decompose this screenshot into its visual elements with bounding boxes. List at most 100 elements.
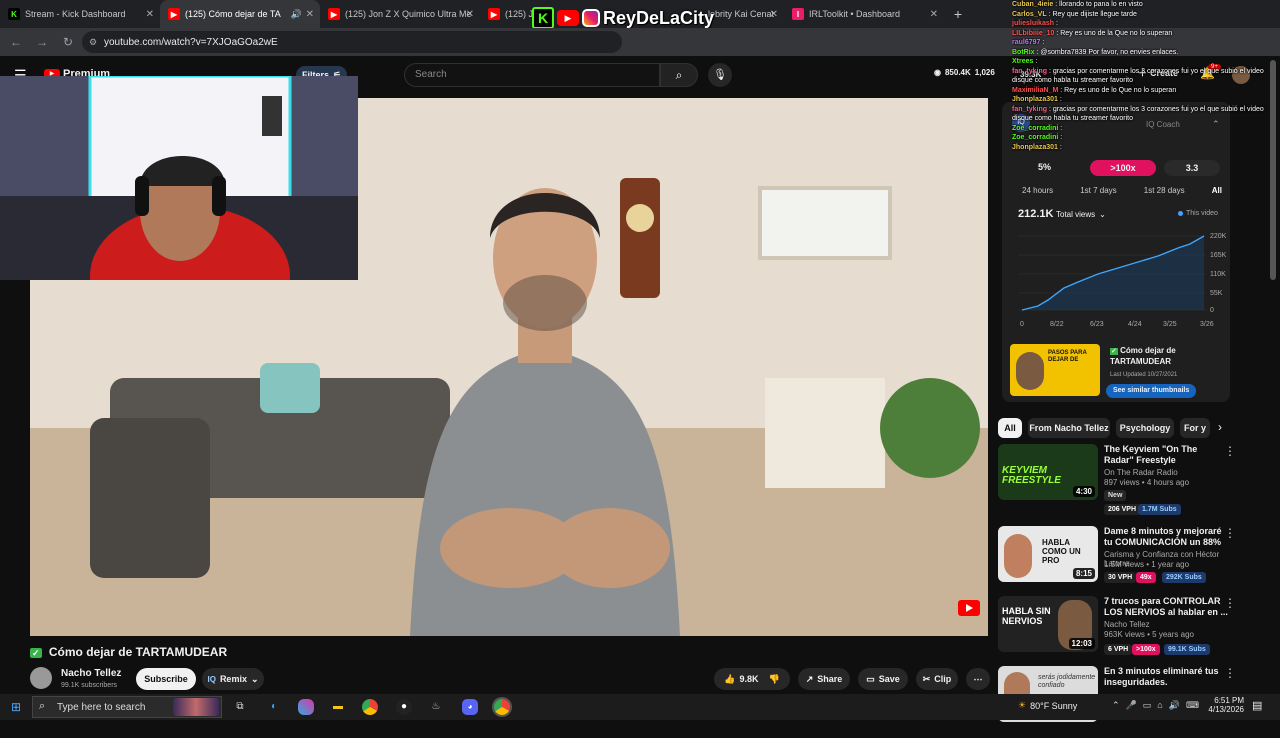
file-explorer-icon[interactable]: ▬: [330, 699, 346, 715]
search-input[interactable]: Search: [404, 63, 660, 87]
x-tick: 8/22: [1050, 321, 1064, 328]
steam-icon[interactable]: ♨: [428, 699, 444, 715]
taskbar-search-input[interactable]: ⌕ Type here to search: [32, 696, 222, 718]
remix-button[interactable]: IQ Remix ⌄: [202, 668, 264, 690]
total-views-dropdown[interactable]: Total views ⌄: [1056, 210, 1106, 219]
address-bar[interactable]: ⚙ youtube.com/watch?v=7XJOaGOa2wE: [82, 31, 622, 53]
chip-all[interactable]: All: [998, 418, 1022, 438]
search-icon[interactable]: ⌕: [660, 63, 698, 87]
rec-title[interactable]: The Keyviem "On The Radar" Freestyle: [1104, 444, 1228, 466]
chip-for-you[interactable]: For y: [1180, 418, 1210, 438]
chat-username: fan_tyking: [1012, 105, 1048, 113]
volume-icon[interactable]: 🔊: [1169, 700, 1180, 711]
channel-name[interactable]: Nacho Tellez: [61, 668, 121, 679]
more-vert-icon[interactable]: ⋮: [1224, 666, 1236, 680]
subscribe-button[interactable]: Subscribe: [136, 668, 196, 690]
tab-kick-dashboard[interactable]: K Stream - Kick Dashboard ✕: [0, 0, 160, 28]
tab-youtube-2[interactable]: ▶ (125) Jon Z X Quimico Ultra Me ✕: [320, 0, 480, 28]
current-video-thumbnail[interactable]: PASOS PARA DEJAR DE: [1010, 344, 1100, 396]
task-view-icon[interactable]: ⧉: [232, 699, 248, 715]
chat-text: llorando to pana lo en visto: [1059, 1, 1143, 8]
chevron-up-icon[interactable]: ⌃: [1112, 700, 1120, 711]
close-icon[interactable]: ✕: [306, 9, 314, 20]
irltoolkit-icon: I: [792, 8, 804, 20]
subs-badge: 99.1K Subs: [1164, 644, 1210, 655]
chart-legend: This video: [1178, 210, 1218, 217]
close-icon[interactable]: ✕: [146, 9, 154, 20]
chat-message: Xtrees :: [1012, 57, 1274, 67]
rec-thumbnail[interactable]: HABLA SIN NERVIOS 12:03: [998, 596, 1098, 652]
duration: 4:30: [1072, 486, 1095, 497]
chat-text: Rey que dijiste llegue tarde: [1052, 10, 1137, 18]
tab-youtube-3[interactable]: ▶ (125) Jo: [480, 0, 536, 28]
similar-thumbnails-button[interactable]: See similar thumbnails: [1106, 384, 1197, 398]
clip-button[interactable]: ✂ Clip: [916, 668, 958, 690]
weather-widget[interactable]: ☀ 80°F Sunny: [1018, 700, 1077, 711]
network-icon[interactable]: ⌂: [1157, 700, 1162, 711]
close-icon[interactable]: ✕: [930, 9, 938, 20]
forward-icon[interactable]: →: [34, 35, 50, 49]
instagram-logo-icon: [582, 9, 600, 27]
back-icon[interactable]: ←: [8, 35, 24, 49]
chat-username: LILbibiiie_10: [1012, 29, 1055, 37]
card-title: ✓ Cómo dejar de TARTAMUDEAR: [1110, 346, 1220, 367]
search-highlight-image: [173, 698, 219, 716]
thumb-person: [1004, 534, 1032, 578]
rec-channel[interactable]: On The Radar Radio: [1104, 468, 1178, 477]
thumbs-up-icon[interactable]: 👍: [724, 674, 735, 685]
site-info-icon[interactable]: ⚙: [89, 37, 97, 48]
clock[interactable]: 6:51 PM 4/13/2026: [1206, 696, 1244, 714]
stream-brand-name: ReyDeLaCity: [603, 7, 715, 28]
more-vert-icon[interactable]: ⋮: [1224, 526, 1236, 540]
mic-icon[interactable]: 🎙: [708, 63, 732, 87]
youtube-icon: ▶: [328, 8, 340, 20]
subscriber-count: 99.1K subscribers: [61, 682, 118, 689]
speaker-icon[interactable]: 🔊: [291, 9, 302, 20]
chat-separator: :: [1054, 20, 1058, 27]
channel-avatar[interactable]: [30, 667, 52, 689]
save-button[interactable]: ▭ Save: [858, 668, 908, 690]
thumbs-down-icon[interactable]: 👎: [769, 674, 780, 685]
rec-title[interactable]: En 3 minutos eliminaré tus inseguridades…: [1104, 666, 1228, 688]
recommendation-item[interactable]: HABLA COMO UN PRO 8:15 Dame 8 minutos y …: [998, 526, 1238, 598]
video-title: ✓ Cómo dejar de TARTAMUDEAR: [30, 645, 227, 659]
rec-title[interactable]: 7 trucos para CONTROLAR LOS NERVIOS al h…: [1104, 596, 1228, 618]
chevron-right-icon[interactable]: ›: [1218, 420, 1222, 434]
stream-chat-overlay: Cuban_4ieie : llorando to pana lo en vis…: [1012, 0, 1274, 210]
keyboard-icon[interactable]: ⌨: [1186, 700, 1199, 711]
thumbnail-text: PASOS PARA DEJAR DE: [1048, 350, 1087, 363]
windows-start-icon[interactable]: ⊞: [8, 699, 24, 715]
chrome-icon[interactable]: [362, 699, 378, 715]
obs-icon[interactable]: ●: [396, 699, 412, 715]
x-tick: 0: [1020, 321, 1024, 328]
tab-irltoolkit[interactable]: I IRLToolkit • Dashboard ✕: [784, 0, 944, 28]
copilot-icon[interactable]: [298, 699, 314, 715]
system-tray: ⌃ 🎤 ▭ ⌂ 🔊 ⌨: [1112, 700, 1199, 711]
close-icon[interactable]: ✕: [770, 9, 778, 20]
new-tab-button[interactable]: +: [944, 6, 972, 22]
stat-views: 850.4K: [944, 68, 971, 77]
discord-icon[interactable]: ◕: [462, 699, 478, 715]
more-vert-icon[interactable]: ⋮: [1224, 444, 1236, 458]
notifications-icon[interactable]: ▤: [1252, 699, 1262, 712]
rec-thumbnail[interactable]: KEYVIEM FREESTYLE 4:30: [998, 444, 1098, 500]
share-button[interactable]: ↗ Share: [798, 668, 850, 690]
rec-thumbnail[interactable]: HABLA COMO UN PRO 8:15: [998, 526, 1098, 582]
tab-youtube-4[interactable]: lebrity Kai Cenat ✕: [704, 0, 784, 28]
more-vert-icon[interactable]: ⋮: [1224, 596, 1236, 610]
tab-youtube-active[interactable]: ▶ (125) Cómo dejar de TA 🔊 ✕: [160, 0, 320, 28]
reload-icon[interactable]: ↻: [60, 35, 76, 49]
chip-from-channel[interactable]: From Nacho Tellez: [1028, 418, 1110, 438]
recommendation-item[interactable]: HABLA SIN NERVIOS 12:03 7 trucos para CO…: [998, 596, 1238, 668]
rec-channel[interactable]: Nacho Tellez: [1104, 620, 1150, 629]
battery-icon[interactable]: ▭: [1143, 700, 1152, 711]
recommendation-item[interactable]: KEYVIEM FREESTYLE 4:30 The Keyviem "On T…: [998, 444, 1238, 516]
more-actions-icon[interactable]: ⋯: [966, 668, 990, 690]
rec-title[interactable]: Dame 8 minutos y mejoraré tu COMUNICACIÓ…: [1104, 526, 1228, 548]
chat-text: @sombra7839 Por favor, no envies enlaces…: [1040, 48, 1179, 56]
close-icon[interactable]: ✕: [466, 9, 474, 20]
edge-icon[interactable]: ◐: [266, 699, 282, 715]
mic-tray-icon[interactable]: 🎤: [1126, 700, 1137, 711]
chrome-active-icon[interactable]: [494, 699, 510, 715]
chip-psychology[interactable]: Psychology: [1116, 418, 1174, 438]
